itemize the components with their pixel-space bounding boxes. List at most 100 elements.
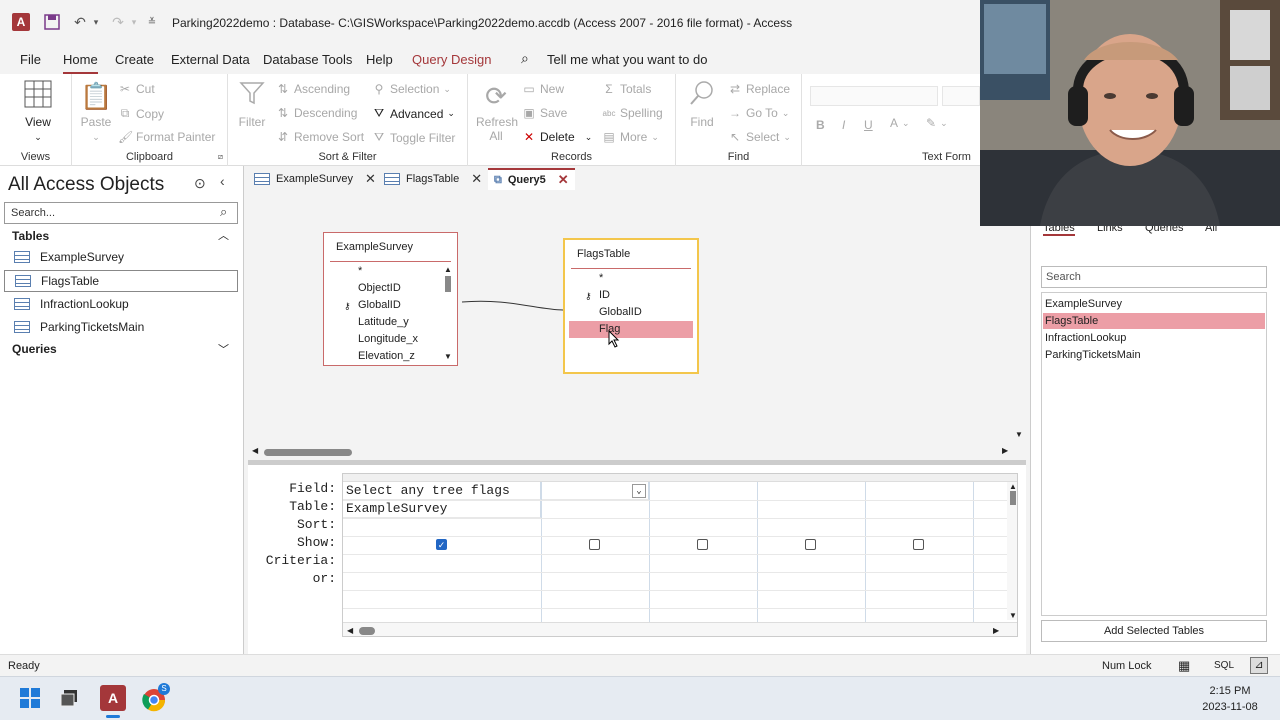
font-color-button[interactable]: A ⌄ — [890, 116, 910, 130]
scroll-thumb[interactable] — [359, 627, 375, 635]
fieldlist-flagstable[interactable]: FlagsTable * ⚷ ID GlobalID Flag — [563, 238, 699, 374]
field-objectid[interactable]: ObjectID — [328, 280, 453, 297]
tell-me-box[interactable]: Tell me what you want to do — [547, 52, 707, 67]
field-elevation[interactable]: Elevation_z — [328, 348, 453, 365]
undo-dropdown-icon[interactable]: ▾ — [86, 12, 106, 32]
field-latitude[interactable]: Latitude_y — [328, 314, 453, 331]
show-checkbox-2[interactable] — [589, 539, 600, 550]
spelling-button[interactable]: abc Spelling — [602, 106, 663, 120]
scroll-thumb[interactable] — [1010, 491, 1016, 505]
totals-button[interactable]: Σ Totals — [602, 82, 651, 96]
cell-field-2[interactable]: ⌄ — [541, 482, 649, 500]
tab-query-design[interactable]: Query Design — [412, 52, 491, 67]
tab-database-tools[interactable]: Database Tools — [263, 52, 352, 67]
datasheet-view-button[interactable]: ▦ — [1178, 658, 1190, 674]
show-checkbox-5[interactable] — [913, 539, 924, 550]
nav-section-queries[interactable]: Queries — [12, 342, 57, 356]
save-record-button[interactable]: ▣ Save — [522, 106, 567, 120]
goto-button[interactable]: → Go To ⌄ — [728, 106, 789, 120]
scroll-down-icon[interactable]: ▼ — [1007, 611, 1017, 620]
access-taskbar-icon[interactable]: A — [100, 685, 126, 711]
new-record-button[interactable]: ▭ New — [522, 82, 564, 96]
format-painter-button[interactable]: 🖌 Format Painter — [118, 130, 215, 144]
select-button[interactable]: ↖ Select ⌄ — [728, 130, 791, 144]
design-view-button[interactable]: ⊿ — [1250, 657, 1268, 674]
close-icon[interactable]: ✕ — [365, 171, 376, 187]
st-search-input[interactable]: Search — [1041, 266, 1267, 288]
nav-section-tables[interactable]: Tables — [12, 229, 49, 243]
paste-button[interactable]: 📋 Paste ⌄ — [76, 80, 116, 143]
lightbulb-search-icon[interactable]: ⌕ — [521, 50, 529, 67]
font-size-dropdown[interactable] — [942, 86, 980, 106]
nav-item-infractionlookup[interactable]: InfractionLookup — [4, 293, 238, 315]
tab-external-data[interactable]: External Data — [171, 52, 250, 67]
cut-button[interactable]: ✂ Cut — [118, 82, 155, 96]
column-selector-row[interactable] — [343, 474, 1017, 482]
refresh-all-button[interactable]: ⟳ Refresh All — [476, 80, 518, 143]
field-all[interactable]: * — [328, 263, 453, 280]
fieldlist-scrollbar[interactable]: ▲ ▼ — [443, 265, 453, 361]
nav-menu-chevron-icon[interactable]: ⊙ — [194, 175, 206, 192]
scroll-down-icon[interactable]: ▼ — [1015, 430, 1023, 439]
highlight-button[interactable]: ✎ ⌄ — [926, 116, 948, 130]
scroll-up-icon[interactable]: ▲ — [1007, 482, 1017, 491]
cell-table-1[interactable]: ExampleSurvey — [343, 500, 541, 518]
tab-create[interactable]: Create — [115, 52, 154, 67]
show-checkbox-1[interactable]: ✓ — [436, 539, 447, 550]
tab-file[interactable]: File — [20, 52, 41, 67]
redo-dropdown-icon[interactable]: ▾ — [124, 12, 144, 32]
fieldlist-examplesurvey[interactable]: ExampleSurvey * ObjectID ⚷ GlobalID Latit… — [323, 232, 458, 366]
filter-button[interactable]: Filter — [234, 80, 270, 129]
tab-home[interactable]: Home — [63, 52, 98, 75]
italic-button[interactable]: I — [842, 118, 845, 132]
st-item-infractionlookup[interactable]: InfractionLookup — [1043, 330, 1265, 346]
dropdown-arrow-icon[interactable]: ⌄ — [632, 484, 646, 498]
scroll-left-icon[interactable]: ◀ — [252, 446, 258, 455]
doctab-query5[interactable]: ⧉ Query5 ✕ — [488, 168, 575, 190]
field-globalid[interactable]: ⚷ GlobalID — [328, 297, 453, 314]
delete-button[interactable]: ✕ Delete ⌄ — [522, 130, 592, 144]
scroll-right-icon[interactable]: ▶ — [993, 626, 999, 635]
collapse-tables-icon[interactable]: ︿ — [218, 227, 229, 243]
design-hscrollbar[interactable]: ◀ ▶ — [250, 446, 1010, 458]
st-item-flagstable[interactable]: FlagsTable — [1043, 313, 1265, 329]
sql-view-button[interactable]: SQL — [1214, 660, 1234, 671]
field-globalid[interactable]: GlobalID — [569, 304, 693, 321]
grid-hscrollbar[interactable]: ◀ ▶ — [343, 622, 1017, 636]
clock-time[interactable]: 2:15 PM — [1200, 685, 1260, 697]
replace-button[interactable]: ⇄ Replace — [728, 82, 790, 96]
more-button[interactable]: ▤ More ⌄ — [602, 130, 659, 144]
customize-qat-icon[interactable]: ≚ — [142, 12, 162, 32]
selection-button[interactable]: ⚲ Selection ⌄ — [372, 82, 451, 96]
underline-button[interactable]: U — [864, 118, 873, 132]
doctab-examplesurvey[interactable]: ExampleSurvey ✕ — [248, 168, 382, 190]
nav-item-examplesurvey[interactable]: ExampleSurvey — [4, 246, 238, 268]
font-name-dropdown[interactable] — [810, 86, 938, 106]
find-button[interactable]: Find — [684, 80, 720, 129]
add-selected-tables-button[interactable]: Add Selected Tables — [1041, 620, 1267, 642]
field-id[interactable]: ⚷ ID — [569, 287, 693, 304]
task-view-icon[interactable] — [60, 689, 78, 710]
cell-field-1[interactable]: Select any tree flags — [343, 482, 541, 500]
field-longitude[interactable]: Longitude_x — [328, 331, 453, 348]
scroll-left-icon[interactable]: ◀ — [347, 626, 353, 635]
save-icon[interactable] — [42, 12, 62, 32]
copy-button[interactable]: ⧉ Copy — [118, 106, 164, 121]
advanced-button[interactable]: ⛛ Advanced ⌄ — [372, 106, 455, 121]
tab-help[interactable]: Help — [366, 52, 393, 67]
st-item-examplesurvey[interactable]: ExampleSurvey — [1043, 296, 1265, 312]
clock-date[interactable]: 2023-11-08 — [1196, 701, 1264, 713]
windows-start-icon[interactable] — [20, 688, 40, 711]
st-item-parkingticketsmain[interactable]: ParkingTicketsMain — [1043, 347, 1265, 363]
toggle-filter-button[interactable]: ⛛ Toggle Filter — [372, 130, 455, 145]
scroll-thumb[interactable] — [264, 449, 352, 456]
nav-item-parkingticketsmain[interactable]: ParkingTicketsMain — [4, 316, 238, 338]
remove-sort-button[interactable]: ⇵ Remove Sort — [276, 130, 364, 144]
bold-button[interactable]: B — [816, 118, 825, 132]
scroll-right-icon[interactable]: ▶ — [1002, 446, 1008, 455]
dialog-launcher-icon[interactable]: ⧄ — [218, 152, 223, 162]
scroll-thumb[interactable] — [445, 276, 451, 292]
nav-search-input[interactable]: Search... — [4, 202, 238, 224]
nav-collapse-icon[interactable]: ‹ — [220, 173, 225, 189]
nav-item-flagstable[interactable]: FlagsTable — [4, 270, 238, 292]
